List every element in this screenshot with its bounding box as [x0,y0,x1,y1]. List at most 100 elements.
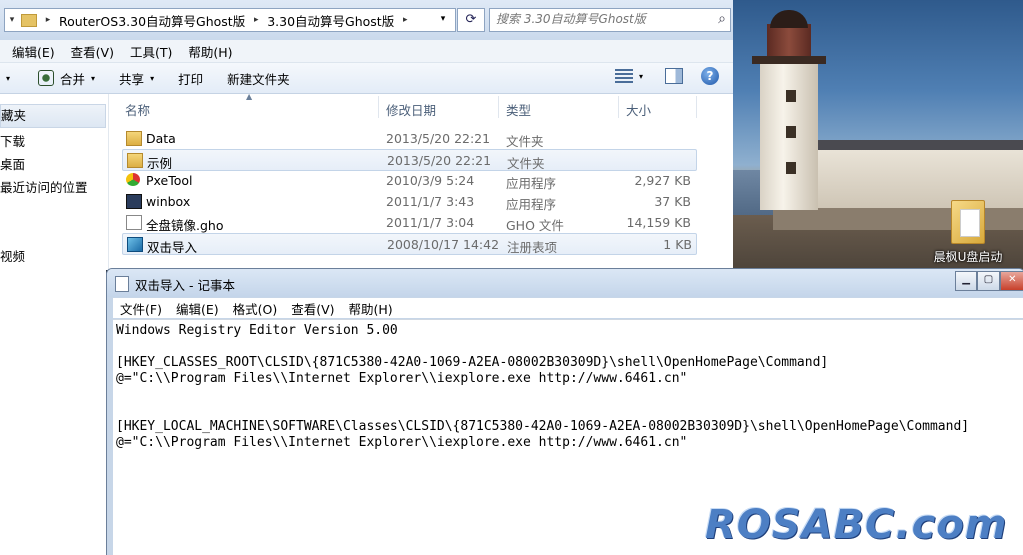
share-label: 共享 [119,71,145,87]
notepad-icon [115,276,129,292]
folder-icon [127,153,143,168]
text-line: @="C:\\Program Files\\Internet Explorer\… [116,435,688,450]
breadcrumb-item[interactable]: RouterOS3.30自动算号Ghost版 [55,11,249,30]
navigation-pane: 藏夹 下载 桌面 最近访问的位置 视频 [0,94,109,270]
chevron-down-icon: ▾ [150,73,155,83]
nav-item-label: 下载 [0,134,26,149]
chevron-right-icon[interactable]: ▸ [41,15,55,25]
file-row[interactable]: 全盘镜像.gho 2011/1/7 3:04 GHO 文件 14,159 KB [122,212,695,233]
chevron-down-icon[interactable]: ▾ [0,74,10,83]
file-row[interactable]: 示例 2013/5/20 22:21 文件夹 [122,149,697,171]
merge-icon [38,70,55,86]
merge-button[interactable]: 合并 ▾ [38,69,95,88]
menu-tools[interactable]: 工具(T) [122,42,180,61]
nav-item-favorites[interactable]: 藏夹 [0,104,106,128]
address-bar[interactable]: ▾ ▸ RouterOS3.30自动算号Ghost版 ▸ 3.30自动算号Gho… [4,8,456,32]
lighthouse-window [786,162,796,174]
watermark-text: ROSABC.com [705,502,1008,548]
nav-item-desktop[interactable]: 桌面 [0,154,25,173]
text-line: @="C:\\Program Files\\Internet Explorer\… [116,371,688,386]
application-icon [126,194,142,209]
nav-item-label: 最近访问的位置 [0,180,88,195]
lighthouse-lantern [767,24,811,56]
registry-file-icon [127,237,143,252]
text-line: Windows Registry Editor Version 5.00 [116,323,398,338]
file-size: 2,927 KB [634,173,691,188]
file-type: 文件夹 [506,134,544,149]
file-type: GHO 文件 [506,218,564,233]
help-icon[interactable]: ? [701,67,719,85]
menu-edit[interactable]: 编辑(E) [0,42,63,61]
nav-item-downloads[interactable]: 下载 [0,131,25,150]
file-type: 应用程序 [506,176,557,191]
navigation-pane-lower [0,262,106,555]
screen: 晨枫U盘启动 ▾ ▸ RouterOS3.30自动算号Ghost版 ▸ 3.30… [0,0,1023,555]
menu-edit[interactable]: 编辑(E) [169,299,226,318]
column-type[interactable]: 类型 [506,100,531,119]
title-bar[interactable]: 双击导入 - 记事本 ▁ ▢ ✕ [107,269,1023,297]
window-title: 双击导入 - 记事本 [135,278,235,293]
command-bar: ▾ 合并 ▾ 共享 ▾ 打印 新建文件夹 ▾ ? [0,63,733,94]
new-folder-label: 新建文件夹 [227,71,290,87]
column-divider[interactable] [498,96,499,118]
lighthouse-gallery [752,56,826,64]
folder-icon [951,200,985,244]
refresh-icon[interactable]: ⟳ [457,8,485,32]
desktop-shortcut[interactable]: 晨枫U盘启动 [930,200,1006,265]
chevron-right-icon[interactable]: ▸ [398,15,412,25]
file-date: 2011/1/7 3:04 [386,215,475,230]
column-divider[interactable] [618,96,619,118]
column-size[interactable]: 大小 [626,100,651,119]
menu-view[interactable]: 查看(V) [284,299,341,318]
menu-view[interactable]: 查看(V) [63,42,122,61]
file-name: Data [146,131,176,146]
merge-label: 合并 [60,71,86,87]
search-box[interactable]: ⌕ [489,8,731,32]
column-divider[interactable] [378,96,379,118]
file-row[interactable]: winbox 2011/1/7 3:43 应用程序 37 KB [122,191,695,212]
chevron-down-icon[interactable]: ▾ [5,15,19,25]
menu-help[interactable]: 帮助(H) [180,42,240,61]
chevron-down-icon: ▾ [91,73,96,83]
application-icon [126,173,140,186]
column-date[interactable]: 修改日期 [386,100,436,119]
folder-icon [21,13,37,27]
column-name[interactable]: 名称 [125,100,150,119]
sort-ascending-icon: ▲ [246,92,253,101]
text-line: [HKEY_CLASSES_ROOT\CLSID\{871C5380-42A0-… [116,355,829,370]
address-dropdown-icon[interactable]: ▾ [433,8,453,30]
menu-bar: 编辑(E) 查看(V) 工具(T) 帮助(H) [0,40,733,63]
view-options-icon[interactable] [614,69,633,83]
breadcrumb-item[interactable]: 3.30自动算号Ghost版 [263,11,398,30]
folder-icon [126,131,142,146]
column-divider[interactable] [696,96,697,118]
file-row[interactable]: Data 2013/5/20 22:21 文件夹 [122,128,695,149]
maximize-icon[interactable]: ▢ [977,271,1000,291]
share-button[interactable]: 共享 ▾ [119,69,154,88]
menu-file[interactable]: 文件(F) [113,299,169,318]
file-type: 应用程序 [506,197,557,212]
notepad-menu-bar: 文件(F) 编辑(E) 格式(O) 查看(V) 帮助(H) [113,298,1023,318]
menu-format[interactable]: 格式(O) [226,299,285,318]
print-button[interactable]: 打印 [178,69,203,88]
minimize-icon[interactable]: ▁ [955,271,978,291]
search-icon[interactable]: ⌕ [718,11,726,27]
chevron-right-icon[interactable]: ▸ [249,15,263,25]
column-header: ▲ 名称 修改日期 类型 大小 [108,92,733,120]
file-date: 2011/1/7 3:43 [386,194,475,209]
file-row[interactable]: PxeTool 2010/3/9 5:24 应用程序 2,927 KB [122,170,695,191]
address-row: ▾ ▸ RouterOS3.30自动算号Ghost版 ▸ 3.30自动算号Gho… [0,0,733,40]
file-size: 1 KB [663,237,692,252]
file-row[interactable]: 双击导入 2008/10/17 14:42 注册表项 1 KB [122,233,697,255]
close-icon[interactable]: ✕ [999,271,1023,291]
menu-help[interactable]: 帮助(H) [342,299,400,318]
file-name: winbox [146,194,191,209]
nav-item-recent[interactable]: 最近访问的位置 [0,177,88,196]
chevron-down-icon[interactable]: ▾ [639,72,643,81]
preview-pane-icon[interactable] [665,68,683,84]
file-date: 2013/5/20 22:21 [387,153,492,168]
file-name: 双击导入 [147,240,198,255]
search-input[interactable] [490,9,712,29]
document-icon [126,215,142,230]
new-folder-button[interactable]: 新建文件夹 [227,69,290,88]
